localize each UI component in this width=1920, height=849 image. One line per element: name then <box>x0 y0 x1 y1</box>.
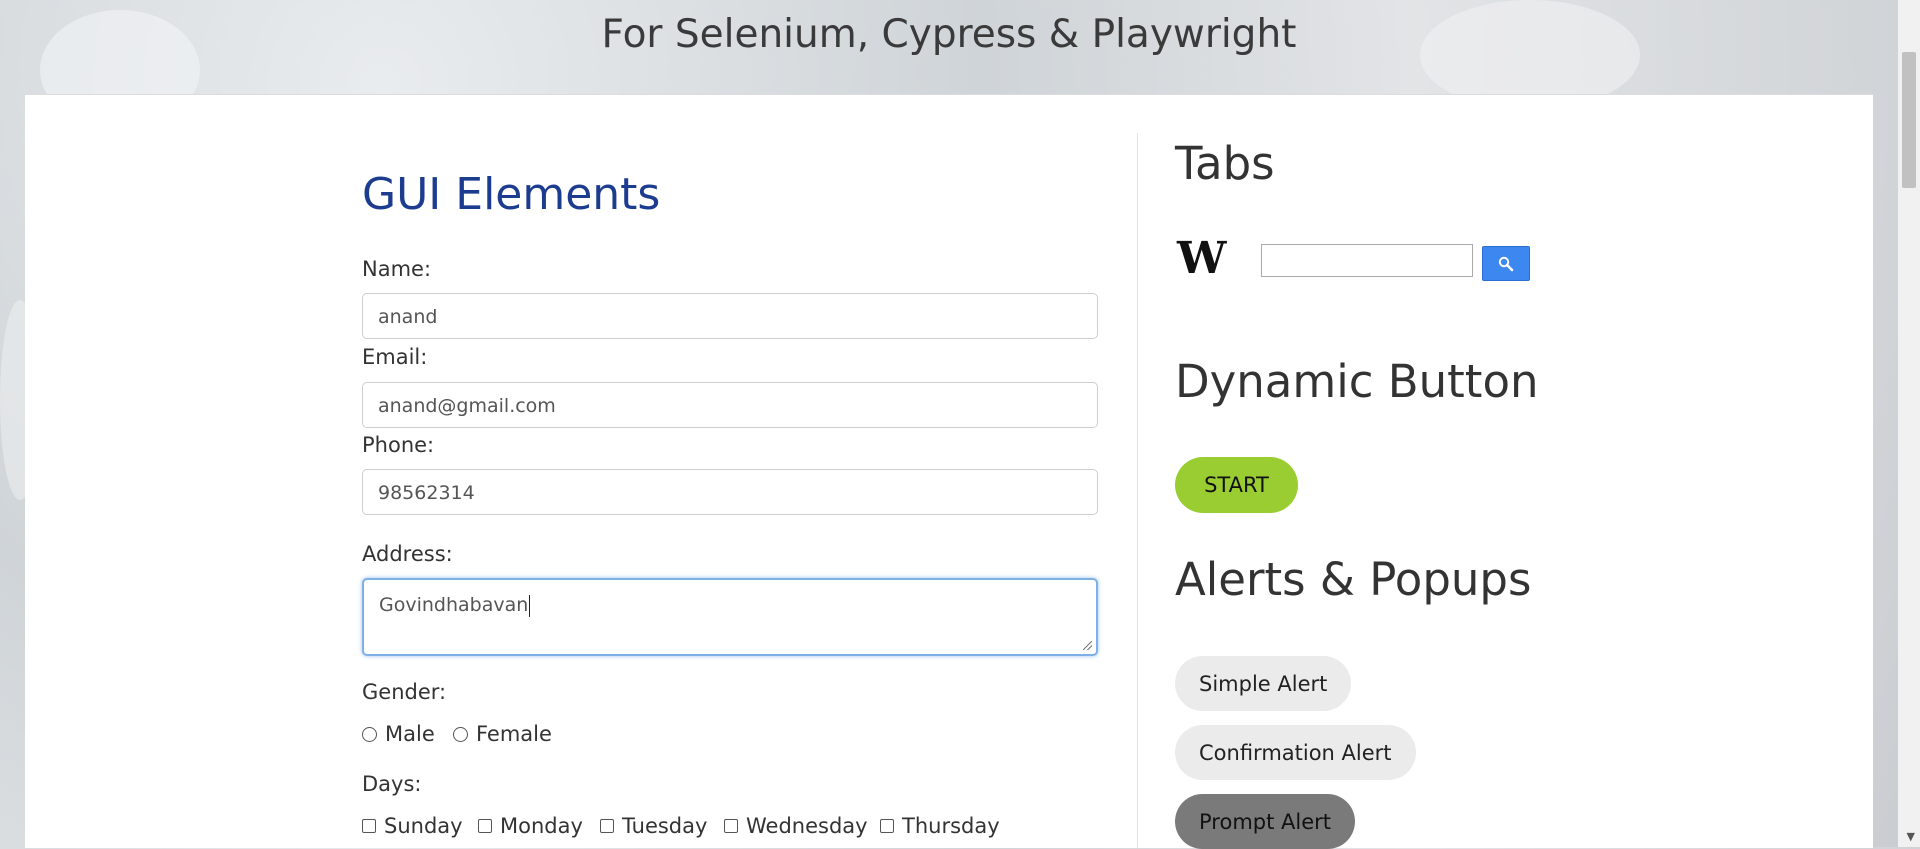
phone-input[interactable]: 98562314 <box>362 469 1098 515</box>
day-option-thursday[interactable]: Thursday <box>880 814 1000 838</box>
wikipedia-search-input[interactable] <box>1261 244 1473 277</box>
days-label: Days: <box>362 772 422 796</box>
phone-label: Phone: <box>362 433 435 457</box>
day-option-label: Tuesday <box>622 814 708 838</box>
simple-alert-button[interactable]: Simple Alert <box>1175 656 1352 711</box>
gender-label: Gender: <box>362 680 447 704</box>
gender-option-label: Female <box>476 722 552 746</box>
address-value: Govindhabavan <box>379 594 529 616</box>
column-divider <box>1137 133 1138 848</box>
day-option-wednesday[interactable]: Wednesday <box>724 814 868 838</box>
checkbox[interactable] <box>600 819 614 833</box>
name-input[interactable]: anand <box>362 293 1098 339</box>
address-textarea[interactable]: Govindhabavan <box>362 578 1098 656</box>
main-content: GUI Elements Name: anand Email: anand@gm… <box>25 94 1873 849</box>
radio-button[interactable] <box>362 726 377 742</box>
tabs-title: Tabs <box>1175 137 1275 190</box>
scrollbar-thumb[interactable] <box>1902 52 1916 188</box>
confirmation-alert-button[interactable]: Confirmation Alert <box>1175 725 1416 780</box>
resize-handle-icon[interactable] <box>1083 641 1092 650</box>
wikipedia-search-button[interactable] <box>1482 246 1530 281</box>
name-label: Name: <box>362 257 432 281</box>
day-option-tuesday[interactable]: Tuesday <box>600 814 707 838</box>
day-option-label: Monday <box>500 814 583 838</box>
email-input[interactable]: anand@gmail.com <box>362 382 1098 428</box>
radio-button[interactable] <box>453 726 468 742</box>
day-option-label: Sunday <box>384 814 463 838</box>
gender-option-male[interactable]: Male <box>362 722 435 746</box>
gender-option-female[interactable]: Female <box>453 722 552 746</box>
search-icon <box>1498 256 1514 271</box>
vertical-scrollbar[interactable]: ▼ <box>1898 0 1920 847</box>
day-option-label: Wednesday <box>746 814 868 838</box>
gui-elements-title: GUI Elements <box>362 169 661 220</box>
email-label: Email: <box>362 345 428 369</box>
address-label: Address: <box>362 542 453 566</box>
banner-subtitle: For Selenium, Cypress & Playwright <box>601 12 1297 57</box>
day-option-monday[interactable]: Monday <box>478 814 583 838</box>
checkbox[interactable] <box>880 819 894 833</box>
dynamic-button-title: Dynamic Button <box>1175 355 1539 408</box>
scroll-down-arrow-icon[interactable]: ▼ <box>1907 830 1915 843</box>
day-option-label: Thursday <box>902 814 1000 838</box>
gender-option-label: Male <box>385 722 435 746</box>
checkbox[interactable] <box>724 819 738 833</box>
alerts-popups-title: Alerts & Popups <box>1175 553 1532 606</box>
banner: For Selenium, Cypress & Playwright <box>0 0 1898 94</box>
checkbox[interactable] <box>362 819 376 833</box>
prompt-alert-button[interactable]: Prompt Alert <box>1175 794 1355 849</box>
text-cursor <box>529 594 531 617</box>
wikipedia-logo-icon: W <box>1177 233 1226 284</box>
day-option-sunday[interactable]: Sunday <box>362 814 463 838</box>
start-button[interactable]: START <box>1175 457 1298 513</box>
checkbox[interactable] <box>478 819 492 833</box>
